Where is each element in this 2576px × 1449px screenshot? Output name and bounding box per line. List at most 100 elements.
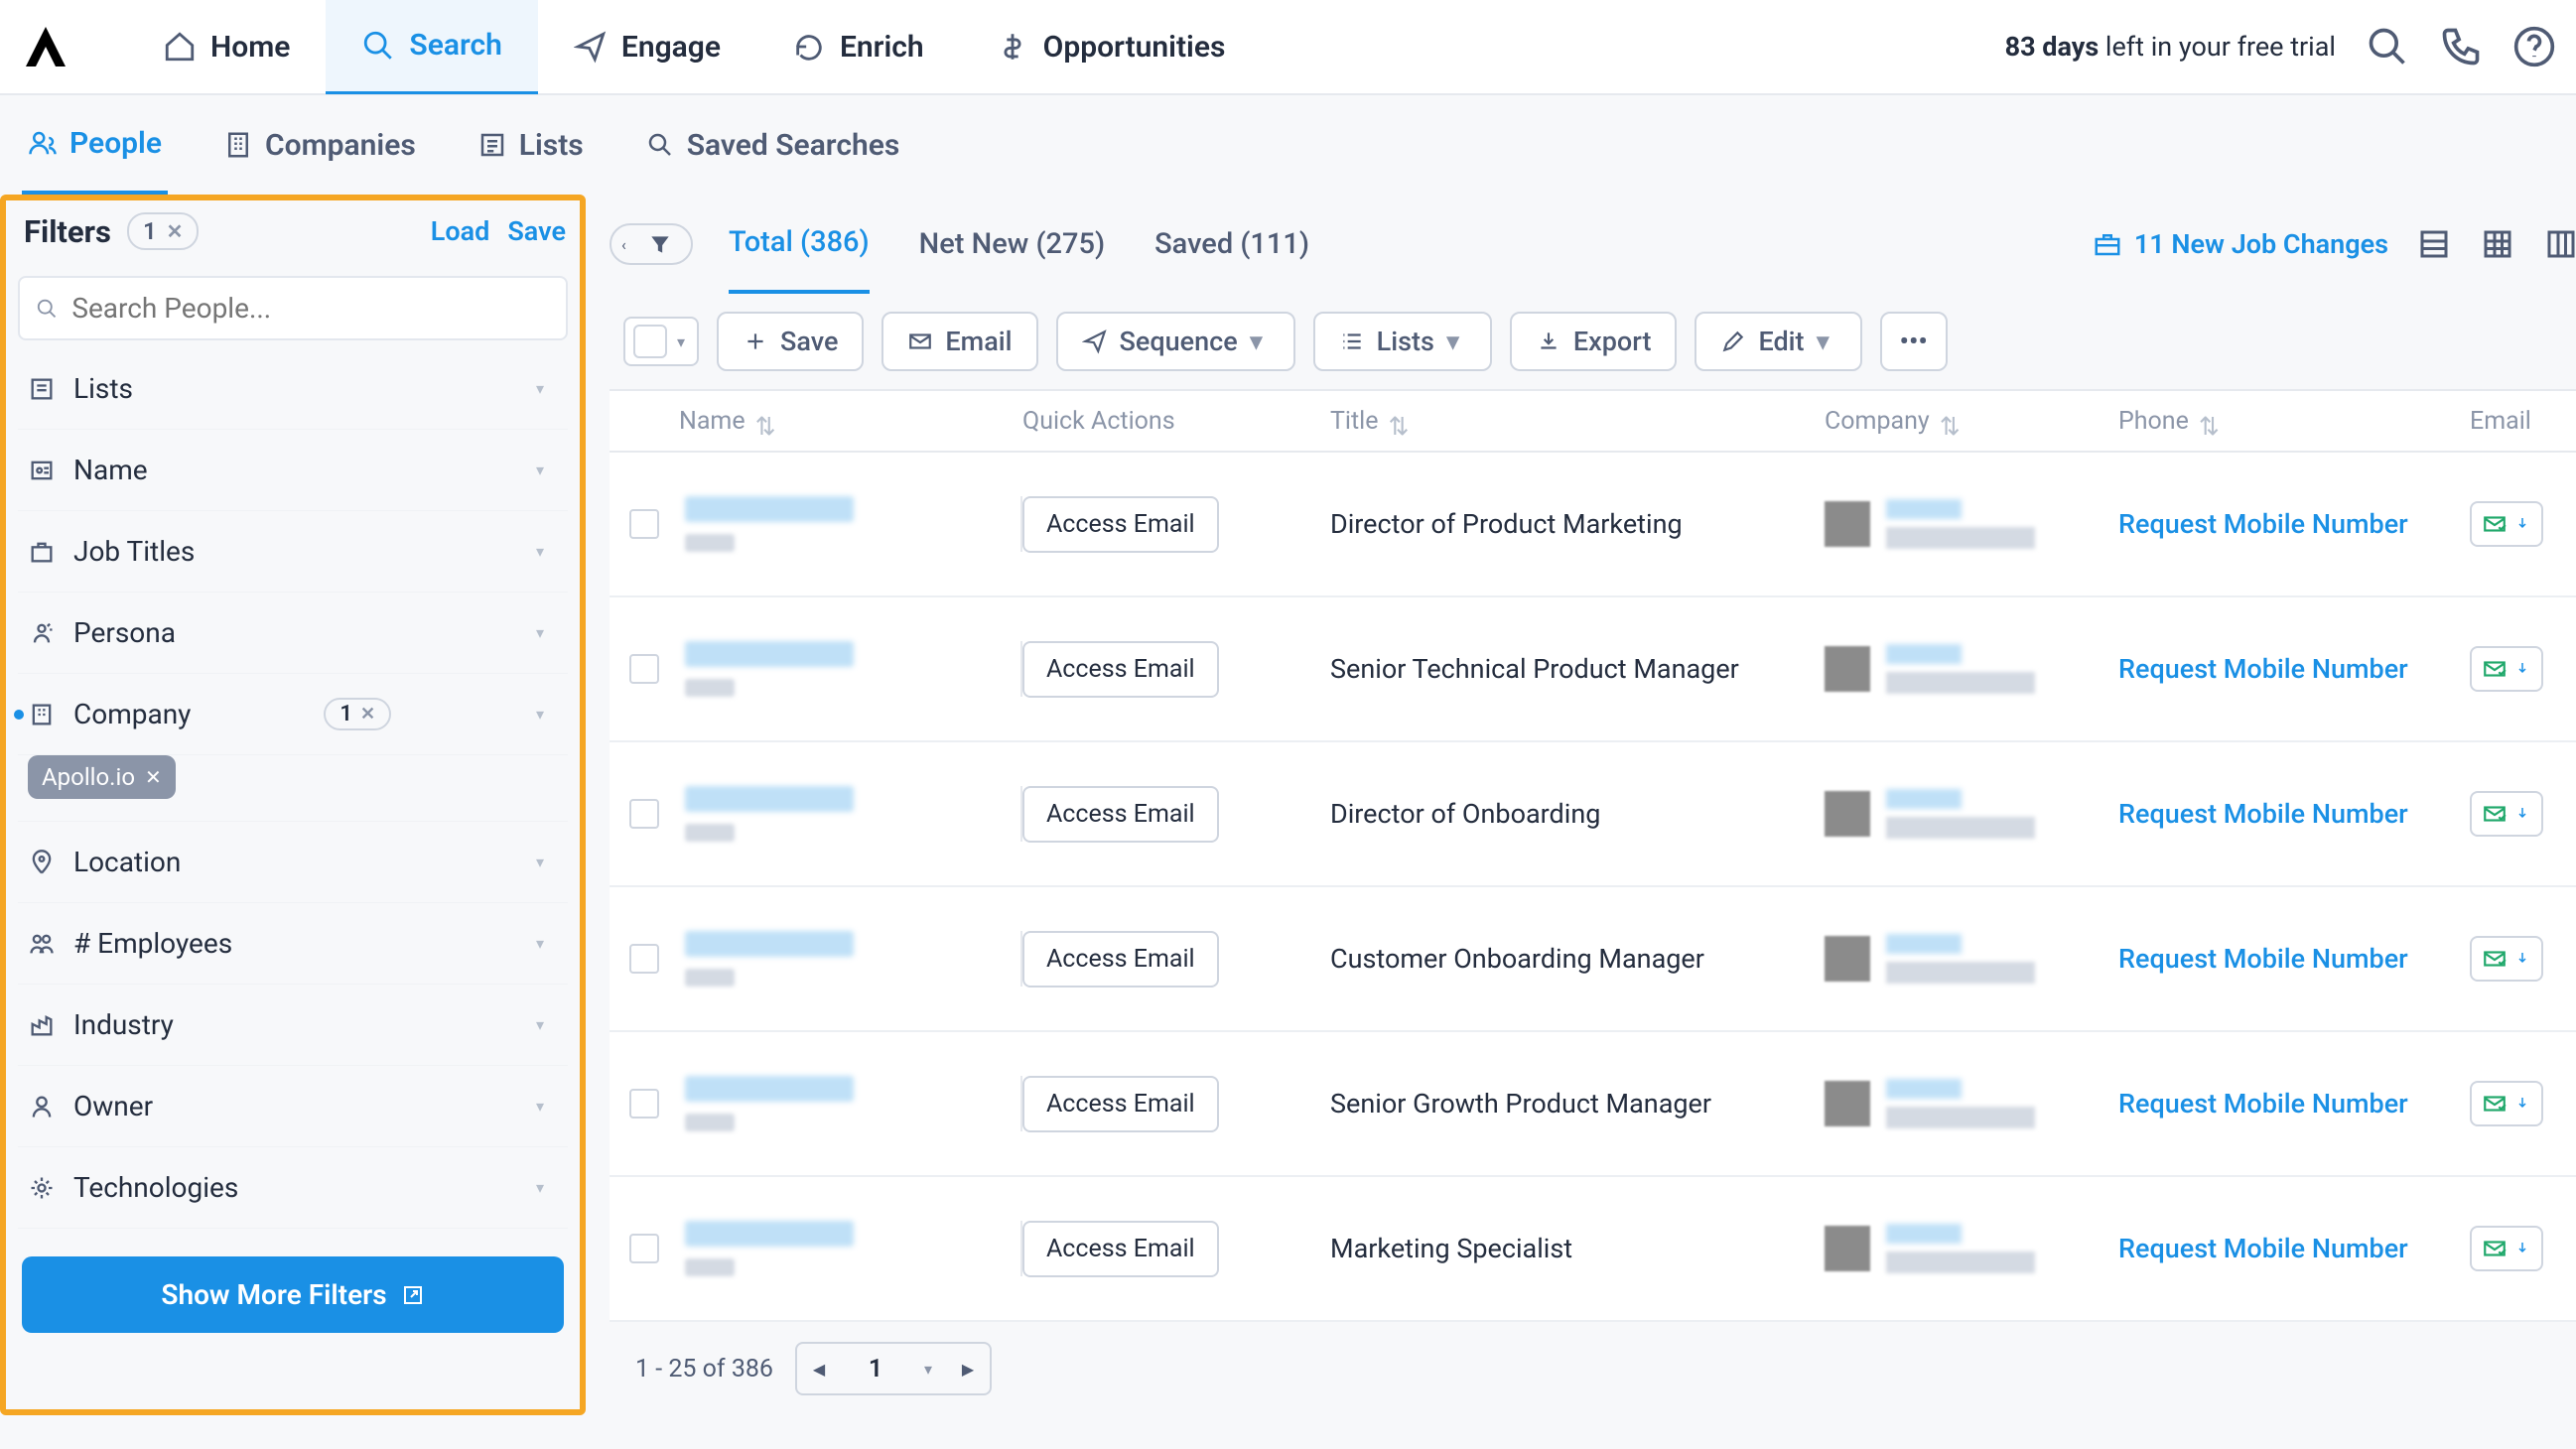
- row-company-cell[interactable]: [1825, 934, 2118, 984]
- page-next-button[interactable]: ▶: [946, 1344, 990, 1393]
- nav-engage[interactable]: Engage: [538, 0, 756, 94]
- row-checkbox[interactable]: [629, 654, 659, 684]
- download-icon: [2513, 656, 2531, 682]
- collapse-filters-button[interactable]: ‹: [610, 223, 693, 265]
- request-mobile-link[interactable]: Request Mobile Number: [2118, 653, 2408, 685]
- subtab-people[interactable]: People: [22, 95, 168, 195]
- row-name-cell[interactable]: [679, 1076, 1022, 1131]
- email-action-button[interactable]: [2470, 1081, 2543, 1126]
- nav-enrich[interactable]: Enrich: [756, 0, 960, 94]
- lists-button[interactable]: Lists ▾: [1313, 312, 1492, 371]
- request-mobile-link[interactable]: Request Mobile Number: [2118, 798, 2408, 830]
- row-company-cell[interactable]: [1825, 1079, 2118, 1128]
- apollo-logo[interactable]: [22, 23, 69, 70]
- subtab-lists[interactable]: Lists: [472, 95, 590, 195]
- request-mobile-link[interactable]: Request Mobile Number: [2118, 1233, 2408, 1264]
- redacted-company-sub: [1886, 1251, 2035, 1273]
- page-dropdown[interactable]: ▾: [910, 1360, 946, 1379]
- tab-total[interactable]: Total (386): [729, 195, 870, 294]
- nav-opportunities[interactable]: Opportunities: [960, 0, 1262, 94]
- email-action-button[interactable]: [2470, 646, 2543, 692]
- mail-check-icon: [2482, 1091, 2508, 1117]
- row-company-cell[interactable]: [1825, 644, 2118, 694]
- edit-button[interactable]: Edit ▾: [1695, 312, 1861, 371]
- more-button[interactable]: •••: [1880, 312, 1948, 371]
- row-name-cell[interactable]: [679, 641, 1022, 697]
- load-button[interactable]: Load: [431, 215, 490, 247]
- row-checkbox[interactable]: [629, 799, 659, 829]
- filter-name[interactable]: Name ▾: [18, 430, 568, 511]
- tab-net-new[interactable]: Net New (275): [919, 195, 1105, 294]
- email-action-button[interactable]: [2470, 936, 2543, 982]
- filters-count-badge[interactable]: 1 ✕: [127, 212, 199, 250]
- select-all-checkbox[interactable]: ▾: [623, 317, 699, 366]
- filter-company[interactable]: Company 1 ✕ ▾: [18, 674, 568, 755]
- column-phone[interactable]: Phone ⇅: [2118, 407, 2470, 436]
- filter-chip-apollo[interactable]: Apollo.io ✕: [28, 755, 176, 799]
- access-email-button[interactable]: Access Email: [1022, 931, 1219, 988]
- subtab-companies[interactable]: Companies: [217, 95, 422, 195]
- filter-persona[interactable]: Persona ▾: [18, 593, 568, 674]
- subtab-saved-searches[interactable]: Saved Searches: [639, 95, 906, 195]
- email-action-button[interactable]: [2470, 791, 2543, 837]
- row-company-cell[interactable]: [1825, 1224, 2118, 1273]
- filter-location[interactable]: Location ▾: [18, 822, 568, 903]
- request-mobile-link[interactable]: Request Mobile Number: [2118, 1088, 2408, 1120]
- grid-view-icon[interactable]: [2480, 226, 2515, 262]
- row-company-cell[interactable]: [1825, 499, 2118, 549]
- page-prev-button[interactable]: ◀: [797, 1344, 841, 1393]
- filter-industry[interactable]: Industry ▾: [18, 985, 568, 1066]
- person-icon: [28, 457, 56, 484]
- row-checkbox[interactable]: [629, 944, 659, 974]
- row-name-cell[interactable]: [679, 931, 1022, 987]
- show-more-filters-button[interactable]: Show More Filters: [22, 1256, 564, 1333]
- access-email-button[interactable]: Access Email: [1022, 1076, 1219, 1132]
- access-email-button[interactable]: Access Email: [1022, 1221, 1219, 1277]
- export-button[interactable]: Export: [1510, 312, 1678, 371]
- close-icon[interactable]: ✕: [145, 765, 162, 789]
- filter-lists[interactable]: Lists ▾: [18, 348, 568, 430]
- row-checkbox[interactable]: [629, 509, 659, 539]
- filter-employees[interactable]: # Employees ▾: [18, 903, 568, 985]
- column-title[interactable]: Title ⇅: [1330, 407, 1825, 436]
- tab-saved[interactable]: Saved (111): [1154, 195, 1309, 294]
- row-name-cell[interactable]: [679, 786, 1022, 842]
- close-icon[interactable]: ✕: [167, 219, 184, 243]
- save-filters-button[interactable]: Save: [507, 215, 566, 247]
- filter-owner[interactable]: Owner ▾: [18, 1066, 568, 1147]
- row-name-cell[interactable]: [679, 496, 1022, 552]
- row-checkbox[interactable]: [629, 1234, 659, 1263]
- email-action-button[interactable]: [2470, 1226, 2543, 1271]
- row-company-cell[interactable]: [1825, 789, 2118, 839]
- email-action-button[interactable]: [2470, 501, 2543, 547]
- access-email-button[interactable]: Access Email: [1022, 786, 1219, 843]
- sort-icon: ⇅: [1940, 412, 1958, 430]
- table-row: Access Email Senior Technical Product Ma…: [610, 597, 2576, 742]
- chevron-down-icon: ▾: [536, 542, 558, 561]
- list-view-icon[interactable]: [2416, 226, 2452, 262]
- close-icon[interactable]: ✕: [360, 704, 375, 724]
- save-button[interactable]: Save: [717, 312, 864, 371]
- nav-search[interactable]: Search: [326, 0, 537, 94]
- request-mobile-link[interactable]: Request Mobile Number: [2118, 943, 2408, 975]
- nav-home[interactable]: Home: [127, 0, 326, 94]
- email-button[interactable]: Email: [881, 312, 1037, 371]
- row-checkbox[interactable]: [629, 1089, 659, 1119]
- filter-job-titles[interactable]: Job Titles ▾: [18, 511, 568, 593]
- filter-search-input[interactable]: [18, 276, 568, 340]
- topbar-search-icon[interactable]: [2366, 25, 2409, 68]
- columns-icon[interactable]: [2543, 226, 2576, 262]
- column-company[interactable]: Company ⇅: [1825, 407, 2118, 436]
- column-email[interactable]: Email: [2470, 407, 2576, 436]
- phone-icon[interactable]: [2439, 25, 2483, 68]
- row-name-cell[interactable]: [679, 1221, 1022, 1276]
- help-icon[interactable]: [2512, 25, 2556, 68]
- job-changes-link[interactable]: 11 New Job Changes: [2093, 228, 2388, 260]
- access-email-button[interactable]: Access Email: [1022, 641, 1219, 698]
- sequence-button[interactable]: Sequence ▾: [1056, 312, 1295, 371]
- column-name[interactable]: Name ⇅: [679, 407, 1022, 436]
- filter-technologies[interactable]: Technologies ▾: [18, 1147, 568, 1229]
- company-count-badge[interactable]: 1 ✕: [324, 698, 391, 730]
- access-email-button[interactable]: Access Email: [1022, 496, 1219, 553]
- request-mobile-link[interactable]: Request Mobile Number: [2118, 508, 2408, 540]
